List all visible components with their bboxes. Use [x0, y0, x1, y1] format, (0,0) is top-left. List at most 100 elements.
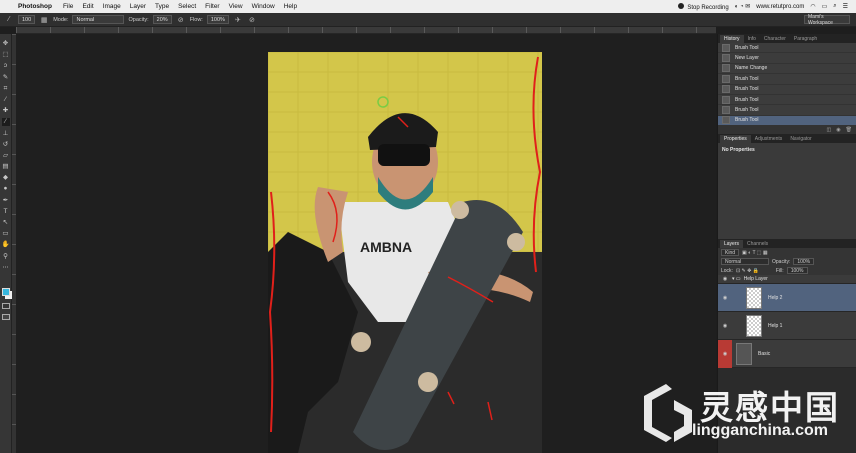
tab-history[interactable]: History	[720, 35, 744, 43]
tab-info[interactable]: Info	[744, 35, 760, 43]
search-icon[interactable]: ⌕	[833, 3, 836, 10]
camera-icon[interactable]: ◉	[836, 127, 840, 133]
skate-wheel	[418, 372, 438, 392]
foreground-color-swatch[interactable]	[2, 288, 10, 296]
mode-select[interactable]: Normal	[72, 15, 125, 24]
menu-view[interactable]: View	[229, 3, 243, 10]
layer-help-2[interactable]: ◉ Help 2	[718, 284, 856, 313]
horizontal-ruler	[16, 27, 716, 34]
menu-bar-status: Stop Recording ◐ ◔ ✉ www.retutpro.com ◠ …	[678, 0, 848, 13]
tab-channels[interactable]: Channels	[743, 240, 772, 248]
document-canvas[interactable]: AMBNA	[16, 34, 716, 453]
menu-window[interactable]: Window	[252, 3, 275, 10]
gradient-tool-icon[interactable]: ▤	[2, 163, 10, 171]
lasso-tool-icon[interactable]: ↄ	[2, 62, 10, 70]
history-item[interactable]: Brush Tool	[718, 84, 856, 95]
snapshot-icon[interactable]: ◫	[827, 127, 832, 133]
menu-filter[interactable]: Filter	[205, 3, 219, 10]
quick-select-tool-icon[interactable]: ✎	[2, 74, 10, 82]
menu-type[interactable]: Type	[155, 3, 169, 10]
menu-edit[interactable]: Edit	[82, 3, 93, 10]
stop-recording-button[interactable]: Stop Recording	[678, 2, 729, 11]
app-menu-photoshop[interactable]: Photoshop	[18, 3, 52, 10]
brush-size-picker[interactable]: 100	[18, 15, 36, 24]
layer-basic[interactable]: ◉ Basic	[718, 339, 856, 369]
pen-tool-icon[interactable]: ✒	[2, 197, 10, 205]
layer-name: Basic	[758, 350, 771, 357]
zoom-tool-icon[interactable]: ⚲	[2, 253, 10, 261]
history-item-selected[interactable]: Brush Tool	[718, 115, 856, 127]
brush-preset-icon[interactable]: ⁄	[4, 16, 14, 23]
trash-icon[interactable]: 🗑	[846, 127, 852, 133]
type-tool-icon[interactable]: T	[2, 208, 10, 216]
tab-layers[interactable]: Layers	[720, 240, 744, 249]
dodge-tool-icon[interactable]: ●	[2, 185, 10, 193]
status-icons: ◐ ◔ ✉	[734, 4, 751, 10]
move-tool-icon[interactable]: ✥	[2, 40, 10, 48]
folder-icon: ▾ ▭	[732, 276, 741, 283]
brush-tool-icon[interactable]: ⁄	[1, 118, 10, 127]
workspace-select[interactable]: Mami's Workspace	[804, 14, 850, 26]
history-item[interactable]: Brush Tool	[718, 105, 856, 116]
blend-mode-select[interactable]: Normal	[721, 258, 769, 266]
eye-icon[interactable]: ◉	[718, 295, 732, 301]
opacity-input[interactable]: 20%	[152, 15, 172, 24]
history-item[interactable]: Brush Tool	[718, 74, 856, 85]
lock-icons[interactable]: ⊡ ✎ ✥ 🔒	[736, 268, 759, 274]
tab-paragraph[interactable]: Paragraph	[790, 35, 821, 43]
menu-file[interactable]: File	[63, 3, 73, 10]
history-item[interactable]: Brush Tool	[718, 43, 856, 54]
more-tools-icon[interactable]: ⋯	[2, 264, 10, 272]
tab-character[interactable]: Character	[760, 35, 790, 43]
layer-group-help[interactable]: ◉ ▾ ▭ Help Layer	[718, 275, 856, 285]
healing-tool-icon[interactable]: ✚	[2, 107, 10, 115]
blur-tool-icon[interactable]: ◆	[2, 174, 10, 182]
tab-properties[interactable]: Properties	[720, 135, 751, 144]
path-select-tool-icon[interactable]: ↖	[2, 219, 10, 227]
eyedropper-tool-icon[interactable]: ⁄	[2, 96, 10, 104]
history-item-label: New Layer	[735, 55, 759, 62]
shirt-print: AMBNA	[360, 239, 412, 255]
battery-icon: ▭	[821, 4, 828, 10]
clone-stamp-tool-icon[interactable]: ⊥	[2, 130, 10, 138]
menu-help[interactable]: Help	[284, 3, 297, 10]
photo-skateboarder[interactable]: AMBNA	[268, 52, 542, 453]
layer-opacity-input[interactable]: 100%	[793, 258, 815, 266]
tab-navigator[interactable]: Navigator	[786, 135, 815, 143]
hand-tool-icon[interactable]: ✋	[2, 241, 10, 249]
filter-icons[interactable]: ▣ ◐ T ⬚ ▦	[742, 250, 768, 256]
eye-icon[interactable]: ◉	[718, 276, 732, 282]
quick-mask-icon[interactable]	[2, 303, 10, 309]
kind-filter-select[interactable]: Kind	[721, 249, 740, 257]
layers-panel-tabs: Layers Channels	[718, 239, 856, 249]
menu-bar: Photoshop File Edit Image Layer Type Sel…	[0, 0, 856, 13]
menu-layer[interactable]: Layer	[130, 3, 146, 10]
layer-help-1[interactable]: ◉ Help 1	[718, 312, 856, 341]
history-item[interactable]: Brush Tool	[718, 94, 856, 106]
logo-right-shape	[674, 400, 692, 442]
pressure-size-icon[interactable]: ⊘	[247, 16, 257, 24]
shape-tool-icon[interactable]: ▭	[2, 230, 10, 238]
flow-input[interactable]: 100%	[206, 15, 229, 24]
fill-input[interactable]: 100%	[786, 267, 808, 275]
history-brush-tool-icon[interactable]: ↺	[2, 141, 10, 149]
pressure-opacity-icon[interactable]: ⊘	[176, 16, 186, 24]
brush-panel-icon[interactable]: ▦	[39, 16, 49, 24]
eye-icon[interactable]: ◉	[718, 339, 732, 368]
eraser-tool-icon[interactable]: ▱	[2, 152, 10, 160]
menu-select[interactable]: Select	[178, 3, 196, 10]
layer-state-icon	[722, 64, 730, 73]
layer-name: Help 1	[768, 322, 783, 329]
history-list: Brush Tool New Layer Name Change Brush T…	[718, 43, 856, 127]
airbrush-icon[interactable]: ✈	[233, 16, 243, 24]
crop-tool-icon[interactable]: ⌗	[2, 85, 10, 93]
screen-mode-icon[interactable]	[2, 314, 10, 320]
tab-adjustments[interactable]: Adjustments	[751, 135, 787, 143]
recording-url: www.retutpro.com	[756, 3, 805, 10]
menu-image[interactable]: Image	[103, 3, 121, 10]
history-item[interactable]: Name Change	[718, 63, 856, 75]
marquee-tool-icon[interactable]: ⬚	[2, 51, 10, 59]
eye-icon[interactable]: ◉	[718, 323, 732, 329]
history-item[interactable]: New Layer	[718, 53, 856, 64]
menu-list-icon[interactable]: ☰	[843, 3, 848, 10]
